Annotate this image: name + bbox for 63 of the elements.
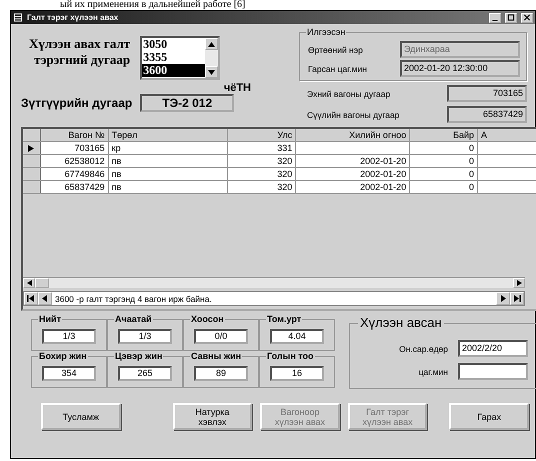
list-item[interactable]: 3600 [142, 64, 206, 77]
parity-label: чёТН [224, 82, 251, 94]
input-field[interactable]: 2002-01-20 12:30:00 [400, 60, 520, 77]
table-cell: 2002-01-20 [296, 168, 410, 180]
group-title: Хоосон [190, 314, 225, 324]
group-title: Том.урт [266, 314, 302, 324]
input-field[interactable]: 1/3 [42, 329, 96, 344]
input-field[interactable]: 354 [42, 366, 96, 380]
field-label: Хүлээн авах галт [29, 36, 130, 52]
field-label: Гарсан цаг.мин [308, 64, 367, 74]
field-label: Эхний вагоны дугаар [307, 88, 390, 98]
locomotive-field[interactable]: ТЭ-2 012 [140, 94, 234, 112]
list-item[interactable]: 3050 [142, 38, 206, 51]
group-title: Илгээсэн [306, 27, 346, 37]
table-cell: пв [108, 155, 228, 167]
group-title: Бохир жин [38, 350, 88, 360]
table-cell: 67749846 [40, 168, 109, 180]
field-label: Өртөөний нэр [308, 44, 363, 54]
table-cell: 2002-01-20 [296, 155, 410, 167]
input-field[interactable]: 1/3 [118, 329, 172, 344]
input-field[interactable]: 0/0 [194, 329, 248, 344]
document-text: ый их применения в дальнейшей работе [6] [59, 0, 246, 10]
group-title: Нийт [38, 314, 62, 324]
field-label: Сүүлийн вагоны дугаар [307, 110, 400, 120]
list-item[interactable]: 3355 [142, 51, 206, 64]
table-cell: 331 [228, 142, 296, 154]
input-field[interactable]: 265 [118, 366, 172, 380]
table-cell: 0 [410, 168, 478, 180]
table-cell: 2002-01-20 [296, 181, 410, 193]
table-cell: 0 [410, 181, 478, 193]
field-label: Зүтгүүрийн дугаар [21, 96, 132, 110]
input-field[interactable]: 89 [194, 366, 248, 380]
group-title: Цэвэр жин [114, 350, 164, 360]
table-cell: 62538012 [40, 155, 109, 167]
group-title: Ачаатай [114, 314, 153, 324]
group-title: Голын тоо [266, 350, 315, 360]
action-button[interactable]: Тусламж [41, 403, 121, 430]
input-field[interactable]: 4.04 [270, 329, 324, 344]
group-title: Хүлээн авсан [358, 315, 444, 330]
action-button[interactable]: Натурка хэвлэх [172, 403, 252, 430]
field-label: цаг.мин [418, 366, 448, 376]
table-cell: 0 [410, 142, 478, 154]
column-header[interactable]: Төрөл [108, 129, 228, 141]
action-button[interactable]: Гарах [449, 403, 529, 430]
table-cell: 320 [228, 155, 296, 167]
table-cell: 703165 [40, 142, 109, 154]
input-field[interactable]: 65837429 [447, 106, 527, 123]
input-field[interactable]: 2002/2/20 [458, 340, 528, 357]
table-cell: кр [108, 142, 228, 154]
table-cell: 0 [410, 155, 478, 167]
train-listbox[interactable]: 3050 3355 3600 [140, 36, 220, 80]
group-title: Савны жин [190, 350, 242, 360]
status-text: 3600 -р галт тэргэнд 4 вагон ирж байна. [54, 294, 213, 304]
field-label: тэрэгний дугаар [34, 52, 130, 68]
input-field[interactable]: 16 [270, 366, 324, 380]
table-cell: 320 [228, 181, 296, 193]
table-cell: 65837429 [40, 181, 109, 193]
table-cell: 320 [228, 168, 296, 180]
field-label: Он.сар.өдөр [399, 344, 448, 354]
table-cell: пв [108, 181, 228, 193]
window-title: Галт тэрэг хүлээн авах [27, 13, 120, 22]
table-cell: пв [108, 168, 228, 180]
input-field[interactable]: 703165 [447, 85, 527, 102]
